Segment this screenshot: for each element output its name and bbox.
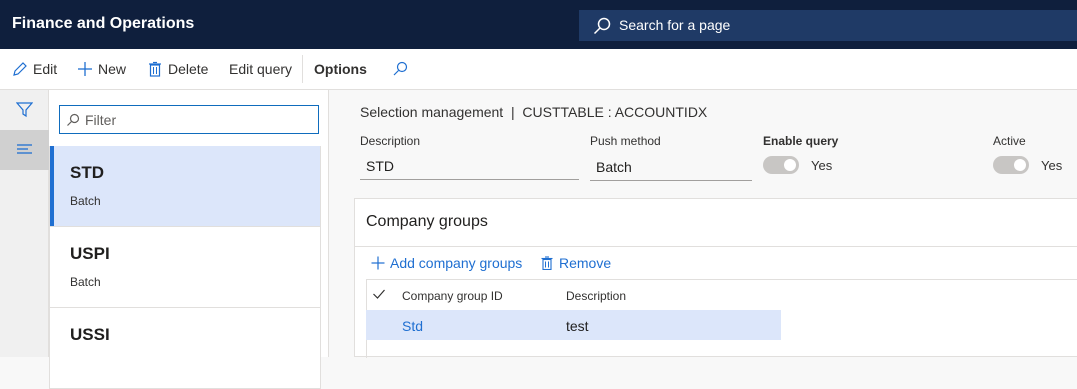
toolbar-divider <box>302 55 303 83</box>
add-company-groups-button[interactable]: Add company groups <box>371 255 522 271</box>
funnel-icon <box>16 102 33 118</box>
active-toggle[interactable] <box>993 156 1029 174</box>
remove-button[interactable]: Remove <box>540 255 611 271</box>
edit-query-label: Edit query <box>229 61 293 77</box>
select-all-checkmark-icon[interactable] <box>372 287 386 301</box>
plus-icon <box>78 62 92 76</box>
trash-icon <box>149 61 161 77</box>
edit-label: Edit <box>33 61 58 77</box>
grid-header: Company group ID Description <box>366 280 1077 310</box>
remove-label: Remove <box>559 255 612 271</box>
table-row[interactable]: Std test <box>366 310 781 340</box>
enable-query-toggle[interactable] <box>763 156 799 174</box>
enable-query-label: Enable query <box>763 134 839 148</box>
edit-button[interactable]: Edit <box>12 61 57 77</box>
top-navigation-bar: Finance and Operations Search for a page <box>0 0 1077 49</box>
list-item[interactable]: USSI <box>49 308 321 389</box>
detail-pane: Selection management | CUSTTABLE : ACCOU… <box>330 90 1077 358</box>
trash-icon <box>541 256 553 270</box>
search-icon <box>393 61 408 76</box>
options-label: Options <box>314 61 367 77</box>
column-header-company-group-id[interactable]: Company group ID <box>402 289 503 303</box>
company-group-id-cell[interactable]: Std <box>402 318 423 334</box>
description-label: Description <box>360 134 421 148</box>
action-search-button[interactable] <box>392 61 413 77</box>
company-groups-grid: Company group ID Description Std test <box>366 280 1077 340</box>
description-field[interactable]: STD <box>360 154 579 180</box>
list-view-button[interactable] <box>0 130 49 170</box>
enable-query-value: Yes <box>811 158 833 173</box>
breadcrumb: Selection management | CUSTTABLE : ACCOU… <box>360 104 708 120</box>
pencil-icon <box>13 62 27 76</box>
search-icon <box>593 17 611 35</box>
action-pane: Edit New Delete Edit query Options <box>0 49 1077 90</box>
list-item[interactable]: STD Batch <box>49 146 321 227</box>
search-icon <box>67 113 80 126</box>
record-list: STD Batch USPI Batch USSI <box>49 146 321 389</box>
active-value: Yes <box>1041 158 1063 173</box>
edit-query-button[interactable]: Edit query <box>229 61 292 77</box>
list-icon <box>17 144 32 154</box>
filter-input[interactable]: Filter <box>59 105 319 134</box>
new-button[interactable]: New <box>77 61 126 77</box>
list-item-subtitle: Batch <box>70 275 101 289</box>
plus-icon <box>371 256 385 270</box>
options-tab[interactable]: Options <box>314 61 367 77</box>
add-company-groups-label: Add company groups <box>390 255 523 271</box>
list-item-subtitle: Batch <box>70 194 101 208</box>
app-title[interactable]: Finance and Operations <box>12 15 194 33</box>
list-item-title: STD <box>70 163 104 182</box>
fasttab-title[interactable]: Company groups <box>366 213 488 231</box>
company-groups-fasttab: Company groups Add company groups Remove… <box>354 198 1077 358</box>
search-placeholder: Search for a page <box>619 17 731 33</box>
record-list-pane: Filter STD Batch USPI Batch USSI <box>49 90 329 389</box>
delete-label: Delete <box>168 61 209 77</box>
page-search-box[interactable]: Search for a page <box>579 10 1077 41</box>
description-cell[interactable]: test <box>566 318 589 334</box>
new-label: New <box>98 61 127 77</box>
push-method-field[interactable]: Batch <box>590 155 752 181</box>
list-item-title: USPI <box>70 244 110 263</box>
delete-button[interactable]: Delete <box>147 61 208 77</box>
list-item[interactable]: USPI Batch <box>49 227 321 308</box>
divider <box>355 246 1077 247</box>
column-header-description[interactable]: Description <box>566 289 626 303</box>
push-method-label: Push method <box>590 134 661 148</box>
list-item-title: USSI <box>70 325 110 344</box>
active-label: Active <box>993 134 1026 148</box>
filter-placeholder: Filter <box>85 112 117 128</box>
filter-pane-button[interactable] <box>0 90 49 130</box>
left-rail <box>0 90 49 357</box>
